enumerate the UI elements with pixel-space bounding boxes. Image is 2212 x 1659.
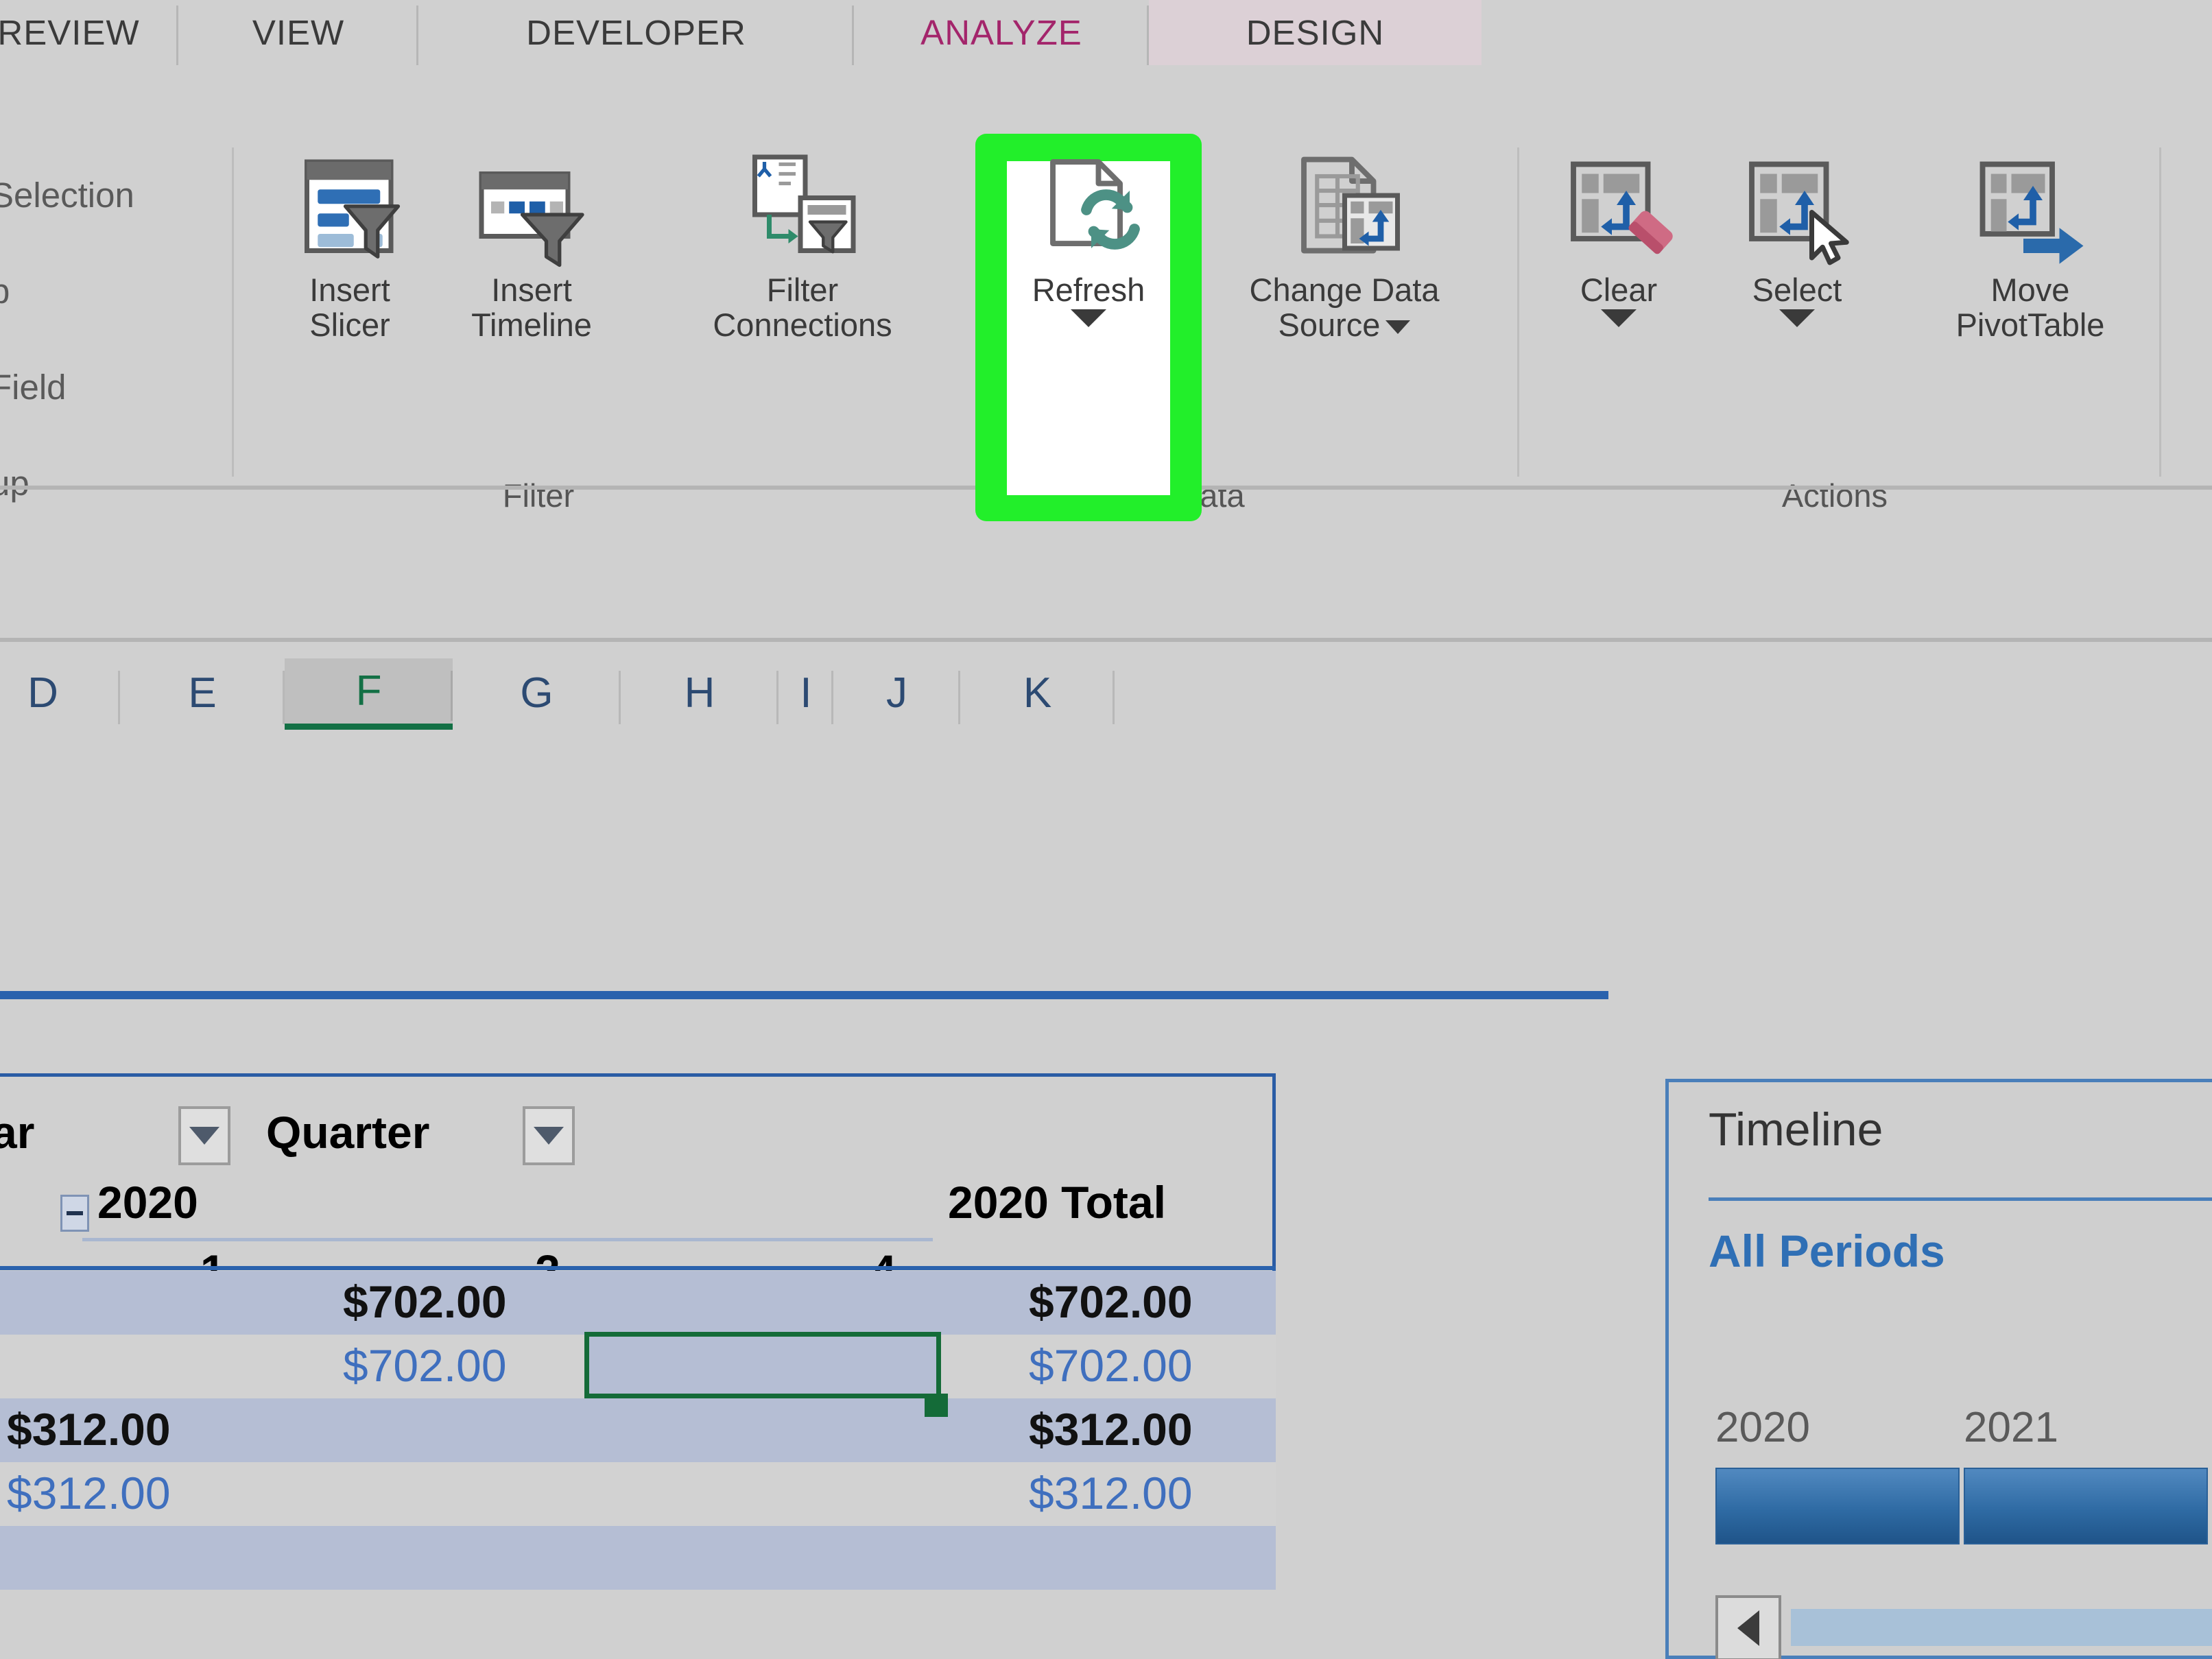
timeline-scroll-track[interactable] bbox=[1791, 1609, 2212, 1646]
cell-r1-q2[interactable]: $702.00 bbox=[343, 1276, 507, 1328]
cell-r3-total[interactable]: $312.00 bbox=[1029, 1403, 1193, 1455]
selection-fill-handle[interactable] bbox=[925, 1394, 948, 1417]
cell-r3-q1[interactable]: $312.00 bbox=[7, 1403, 171, 1455]
tab-view-label: VIEW bbox=[252, 13, 345, 52]
pivot-year-group-label: 2020 bbox=[97, 1177, 198, 1228]
tab-view[interactable]: VIEW bbox=[178, 0, 418, 65]
excel-window: REVIEW VIEW DEVELOPER ANALYZE DESIGN Sel… bbox=[0, 0, 2212, 1659]
cell-r2-q2[interactable]: $702.00 bbox=[343, 1339, 507, 1392]
group-label-actions: Actions bbox=[1781, 477, 1888, 514]
change-data-source-button[interactable]: Change Data Source bbox=[1207, 147, 1482, 470]
ribbon-tab-strip: REVIEW VIEW DEVELOPER ANALYZE DESIGN bbox=[0, 0, 2212, 65]
insert-timeline-label: Insert Timeline bbox=[471, 272, 592, 343]
tab-developer[interactable]: DEVELOPER bbox=[418, 0, 854, 65]
change-data-source-icon bbox=[1300, 156, 1400, 254]
refresh-label: Refresh bbox=[1032, 272, 1145, 308]
group-divider-1 bbox=[232, 147, 234, 477]
select-button[interactable]: Select bbox=[1708, 147, 1886, 470]
timeline-title: Timeline bbox=[1709, 1103, 1883, 1156]
move-pivottable-label: Move PivotTable bbox=[1955, 272, 2105, 343]
column-header-row: D E F G H I J K bbox=[0, 658, 2212, 744]
column-header-h[interactable]: H bbox=[621, 658, 778, 727]
move-pivottable-icon bbox=[1979, 161, 2083, 264]
change-data-source-label: Change Data Source bbox=[1249, 272, 1440, 343]
column-header-k[interactable]: K bbox=[960, 658, 1115, 727]
clear-label: Clear bbox=[1580, 272, 1658, 308]
pivot-field-year-label: ar bbox=[0, 1107, 35, 1158]
pivot-body-top-rule bbox=[0, 1266, 1276, 1270]
group-selection-label: Selection bbox=[0, 176, 134, 215]
cell-r1-total[interactable]: $702.00 bbox=[1029, 1276, 1193, 1328]
group-label-filter: Filter bbox=[502, 477, 575, 514]
ribbon-body: Selection p Field up Insert Slicer Inser… bbox=[0, 65, 2212, 521]
formula-bar-bottom-rule bbox=[0, 638, 2212, 642]
insert-slicer-button[interactable]: Insert Slicer bbox=[271, 147, 429, 470]
clear-button[interactable]: Clear bbox=[1543, 147, 1694, 470]
insert-slicer-icon bbox=[304, 159, 400, 259]
filter-connections-label: Filter Connections bbox=[713, 272, 892, 343]
tab-review[interactable]: REVIEW bbox=[0, 0, 178, 65]
filter-connections-icon bbox=[752, 154, 855, 254]
select-dropdown-caret[interactable] bbox=[1779, 309, 1815, 327]
pivot-year-filter-dropdown[interactable] bbox=[178, 1106, 230, 1165]
column-header-f[interactable]: F bbox=[285, 658, 453, 730]
cell-r4-q1[interactable]: $312.00 bbox=[7, 1467, 171, 1519]
group-group-label: p bbox=[0, 272, 10, 311]
column-header-d[interactable]: D bbox=[0, 658, 120, 727]
timeline-bars[interactable] bbox=[1715, 1468, 2208, 1544]
column-header-g[interactable]: G bbox=[453, 658, 621, 727]
column-header-e[interactable]: E bbox=[120, 658, 285, 727]
refresh-button[interactable]: Refresh bbox=[1007, 147, 1170, 470]
clear-dropdown-caret[interactable] bbox=[1601, 309, 1637, 327]
pivot-total-header: 2020 Total bbox=[948, 1177, 1166, 1228]
refresh-icon bbox=[1049, 159, 1140, 250]
select-icon bbox=[1748, 161, 1849, 265]
change-data-source-caret[interactable] bbox=[1386, 320, 1411, 335]
timeline-scroll-left-button[interactable] bbox=[1715, 1595, 1781, 1659]
tab-analyze-label: ANALYZE bbox=[920, 13, 1082, 52]
selected-cell[interactable] bbox=[584, 1332, 941, 1398]
timeline-title-rule bbox=[1709, 1197, 2212, 1201]
timeline-scrollbar[interactable] bbox=[1715, 1590, 2212, 1659]
tab-design-label: DESIGN bbox=[1246, 13, 1385, 52]
group-up-label: up bbox=[0, 464, 29, 503]
pivot-collapse-2020-button[interactable] bbox=[60, 1195, 89, 1232]
timeline-bar-2020[interactable] bbox=[1715, 1468, 1960, 1544]
refresh-dropdown-caret[interactable] bbox=[1071, 309, 1106, 327]
cell-r4-total[interactable]: $312.00 bbox=[1029, 1467, 1193, 1519]
insert-slicer-label: Insert Slicer bbox=[309, 272, 390, 343]
pivot-field-quarter-label: Quarter bbox=[266, 1107, 430, 1158]
tab-design[interactable]: DESIGN bbox=[1149, 0, 1482, 65]
insert-timeline-button[interactable]: Insert Timeline bbox=[432, 147, 631, 470]
timeline-period-label: All Periods bbox=[1709, 1226, 1945, 1276]
timeline-year-label-2021: 2021 bbox=[1964, 1404, 2058, 1451]
column-header-j[interactable]: J bbox=[833, 658, 960, 727]
filter-connections-button[interactable]: Filter Connections bbox=[655, 147, 950, 470]
tab-review-label: REVIEW bbox=[0, 13, 140, 52]
timeline-year-label-2020: 2020 bbox=[1715, 1404, 1810, 1451]
tab-analyze[interactable]: ANALYZE bbox=[854, 0, 1149, 65]
triangle-left-icon bbox=[1737, 1610, 1759, 1646]
table-row[interactable] bbox=[0, 1526, 1276, 1590]
insert-timeline-icon bbox=[479, 171, 584, 267]
group-divider-3 bbox=[1517, 147, 1519, 477]
timeline-panel[interactable]: Timeline All Periods 2020 2021 bbox=[1665, 1079, 2212, 1659]
cell-r2-total[interactable]: $702.00 bbox=[1029, 1339, 1193, 1392]
column-header-i[interactable]: I bbox=[778, 658, 833, 727]
group-field-label: Field bbox=[0, 368, 67, 407]
pivot-top-rule bbox=[0, 991, 1608, 999]
clear-icon bbox=[1570, 161, 1673, 254]
select-label: Select bbox=[1752, 272, 1842, 308]
pivot-quarter-filter-dropdown[interactable] bbox=[523, 1106, 575, 1165]
pivot-header-underline bbox=[82, 1238, 933, 1241]
timeline-bar-2021[interactable] bbox=[1964, 1468, 2208, 1544]
tab-developer-label: DEVELOPER bbox=[526, 13, 746, 52]
move-pivottable-button[interactable]: Move PivotTable bbox=[1900, 147, 2161, 470]
